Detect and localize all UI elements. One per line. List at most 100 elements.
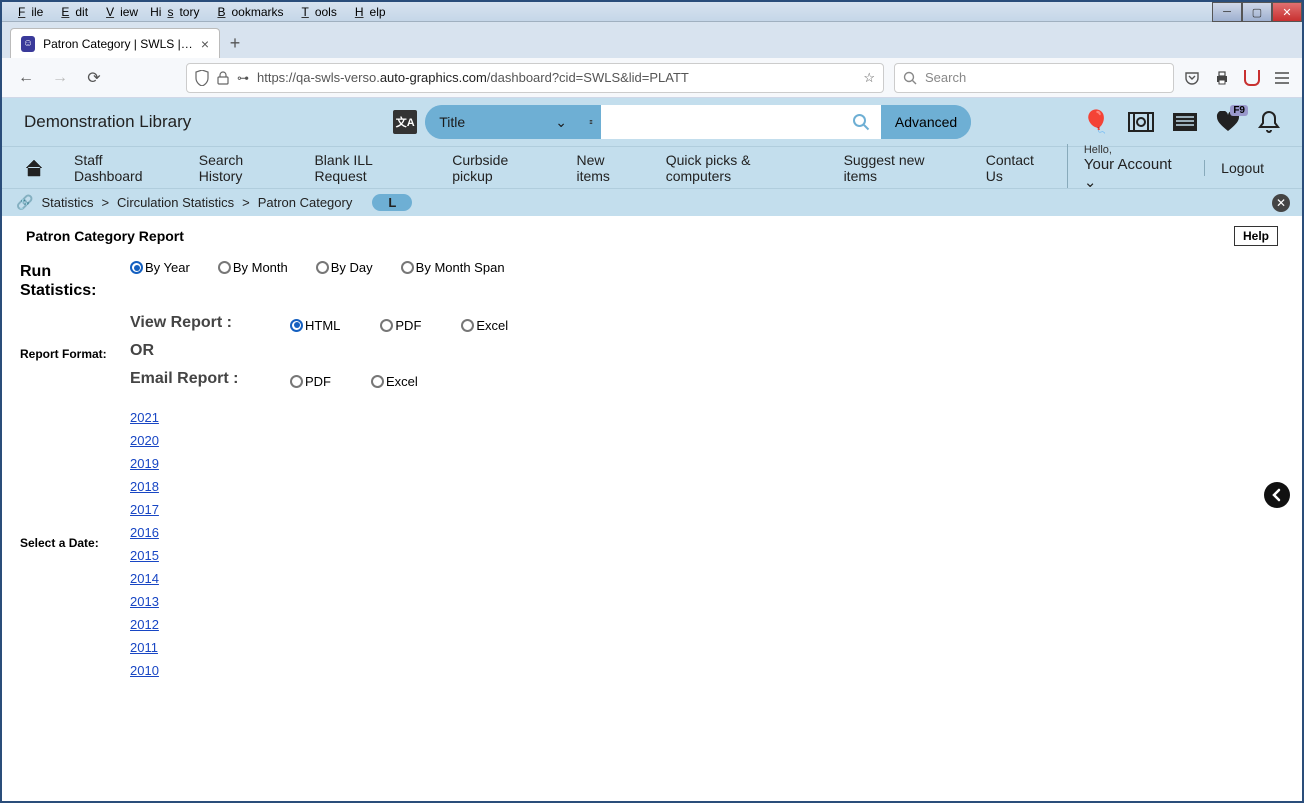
close-window-button[interactable]: ✕ <box>1272 2 1302 22</box>
menu-view[interactable]: View <box>94 3 144 21</box>
account-menu[interactable]: Hello, Your Account ⌄ <box>1067 144 1204 191</box>
date-link-2010[interactable]: 2010 <box>130 663 1284 678</box>
browser-toolbar-icons <box>1184 70 1290 86</box>
menu-help[interactable]: Help <box>343 3 392 21</box>
url-text: https://qa-swls-verso.auto-graphics.com/… <box>257 70 689 85</box>
menu-file[interactable]: File <box>6 3 49 21</box>
close-panel-icon[interactable]: ✕ <box>1272 194 1290 212</box>
reload-button[interactable]: ⟳ <box>82 66 106 90</box>
view-report-options: HTML PDF Excel <box>290 318 508 333</box>
radio-by-month-span[interactable]: By Month Span <box>401 260 505 275</box>
date-link-2017[interactable]: 2017 <box>130 502 1284 517</box>
url-bar[interactable]: ⊶ https://qa-swls-verso.auto-graphics.co… <box>186 63 884 93</box>
radio-by-day[interactable]: By Day <box>316 260 373 275</box>
radio-pdf[interactable]: PDF <box>290 374 331 389</box>
balloon-icon[interactable]: 🎈 <box>1083 109 1110 135</box>
radio-by-month[interactable]: By Month <box>218 260 288 275</box>
maximize-button[interactable]: ▢ <box>1242 2 1272 22</box>
language-icon[interactable]: 文A <box>393 110 417 134</box>
browser-search-box[interactable]: Search <box>894 63 1174 93</box>
breadcrumb-statistics[interactable]: Statistics <box>41 195 93 210</box>
pocket-icon[interactable] <box>1184 70 1200 86</box>
lock-icon <box>217 71 229 85</box>
account-name: Your Account ⌄ <box>1084 156 1188 191</box>
new-tab-button[interactable]: + <box>220 28 250 58</box>
report-form: RunStatistics: By Year By Month By Day By M… <box>2 256 1302 688</box>
tab-title: Patron Category | SWLS | platt | <box>43 37 193 51</box>
radio-excel[interactable]: Excel <box>461 318 508 333</box>
database-icon[interactable] <box>581 105 601 139</box>
favorites-badge: F9 <box>1230 105 1248 116</box>
nav-blank-ill[interactable]: Blank ILL Request <box>302 142 440 194</box>
browser-menu-bar: File Edit View History Bookmarks Tools H… <box>2 2 1302 22</box>
hamburger-menu-icon[interactable] <box>1274 71 1290 85</box>
nav-suggest[interactable]: Suggest new items <box>832 142 974 194</box>
date-link-2011[interactable]: 2011 <box>130 640 1284 655</box>
browser-tab[interactable]: ☺ Patron Category | SWLS | platt | × <box>10 28 220 58</box>
tab-close-icon[interactable]: × <box>201 36 209 52</box>
date-link-2012[interactable]: 2012 <box>130 617 1284 632</box>
email-report-heading: Email Report : <box>130 370 290 388</box>
catalog-search-input[interactable] <box>601 105 841 139</box>
menu-history[interactable]: History <box>144 3 205 21</box>
link-icon: 🔗 <box>16 194 33 211</box>
report-title: Patron Category Report <box>26 228 184 244</box>
nav-curbside[interactable]: Curbside pickup <box>440 142 564 194</box>
date-link-2019[interactable]: 2019 <box>130 456 1284 471</box>
run-statistics-label: RunStatistics: <box>20 260 130 300</box>
home-icon[interactable] <box>24 159 44 177</box>
back-button[interactable]: ← <box>14 66 38 90</box>
report-format-label: Report Format: <box>20 345 130 361</box>
library-name: Demonstration Library <box>24 112 191 132</box>
radio-pdf[interactable]: PDF <box>380 318 421 333</box>
favorites-icon[interactable]: F9 <box>1216 111 1240 133</box>
tab-favicon-icon: ☺ <box>21 36 35 52</box>
chevron-down-icon: ⌄ <box>555 114 567 131</box>
window-controls: ─ ▢ ✕ <box>1212 2 1302 22</box>
minimize-button[interactable]: ─ <box>1212 2 1242 22</box>
nav-search-history[interactable]: Search History <box>187 142 303 194</box>
date-link-2014[interactable]: 2014 <box>130 571 1284 586</box>
date-link-2018[interactable]: 2018 <box>130 479 1284 494</box>
forward-button[interactable]: → <box>48 66 72 90</box>
film-icon[interactable] <box>1128 110 1154 134</box>
date-link-2016[interactable]: 2016 <box>130 525 1284 540</box>
logout-link[interactable]: Logout <box>1204 160 1280 176</box>
drawer-toggle-button[interactable] <box>1264 482 1290 508</box>
catalog-search-button[interactable] <box>841 105 881 139</box>
address-bar-row: ← → ⟳ ⊶ https://qa-swls-verso.auto-graph… <box>2 58 1302 98</box>
nav-new-items[interactable]: New items <box>564 142 653 194</box>
search-type-dropdown[interactable]: Title ⌄ <box>425 105 581 139</box>
advanced-search-button[interactable]: Advanced <box>881 105 971 139</box>
shield-icon <box>195 70 209 86</box>
print-icon[interactable] <box>1214 70 1230 86</box>
extension-icon[interactable] <box>1244 70 1260 86</box>
breadcrumb-patron-category[interactable]: Patron Category <box>258 195 353 210</box>
list-icon[interactable] <box>1172 112 1198 132</box>
date-list: 2021 2020 2019 2018 2017 2016 2015 2014 2013 2012… <box>130 406 1284 678</box>
or-heading: OR <box>130 342 290 360</box>
date-link-2015[interactable]: 2015 <box>130 548 1284 563</box>
radio-html[interactable]: HTML <box>290 318 340 333</box>
menu-edit[interactable]: Edit <box>49 3 94 21</box>
date-link-2020[interactable]: 2020 <box>130 433 1284 448</box>
nav-quick-picks[interactable]: Quick picks & computers <box>654 142 832 194</box>
help-button[interactable]: Help <box>1234 226 1278 246</box>
date-link-2013[interactable]: 2013 <box>130 594 1284 609</box>
report-header-row: Patron Category Report Help <box>2 216 1302 256</box>
search-icon <box>903 71 917 85</box>
nav-contact[interactable]: Contact Us <box>974 142 1067 194</box>
date-link-2021[interactable]: 2021 <box>130 410 1284 425</box>
app-header: Demonstration Library 文A Title ⌄ Advance… <box>2 98 1302 146</box>
breadcrumb-circulation[interactable]: Circulation Statistics <box>117 195 234 210</box>
main-nav: Staff Dashboard Search History Blank ILL… <box>2 146 1302 188</box>
radio-by-year[interactable]: By Year <box>130 260 190 275</box>
bell-icon[interactable] <box>1258 110 1280 134</box>
nav-staff-dashboard[interactable]: Staff Dashboard <box>62 142 187 194</box>
breadcrumb-badge: L <box>372 194 412 211</box>
bookmark-star-icon[interactable]: ☆ <box>863 70 875 86</box>
menu-bookmarks[interactable]: Bookmarks <box>205 3 289 21</box>
breadcrumb: 🔗 Statistics > Circulation Statistics > … <box>2 188 1302 216</box>
radio-excel[interactable]: Excel <box>371 374 418 389</box>
menu-tools[interactable]: Tools <box>289 3 342 21</box>
